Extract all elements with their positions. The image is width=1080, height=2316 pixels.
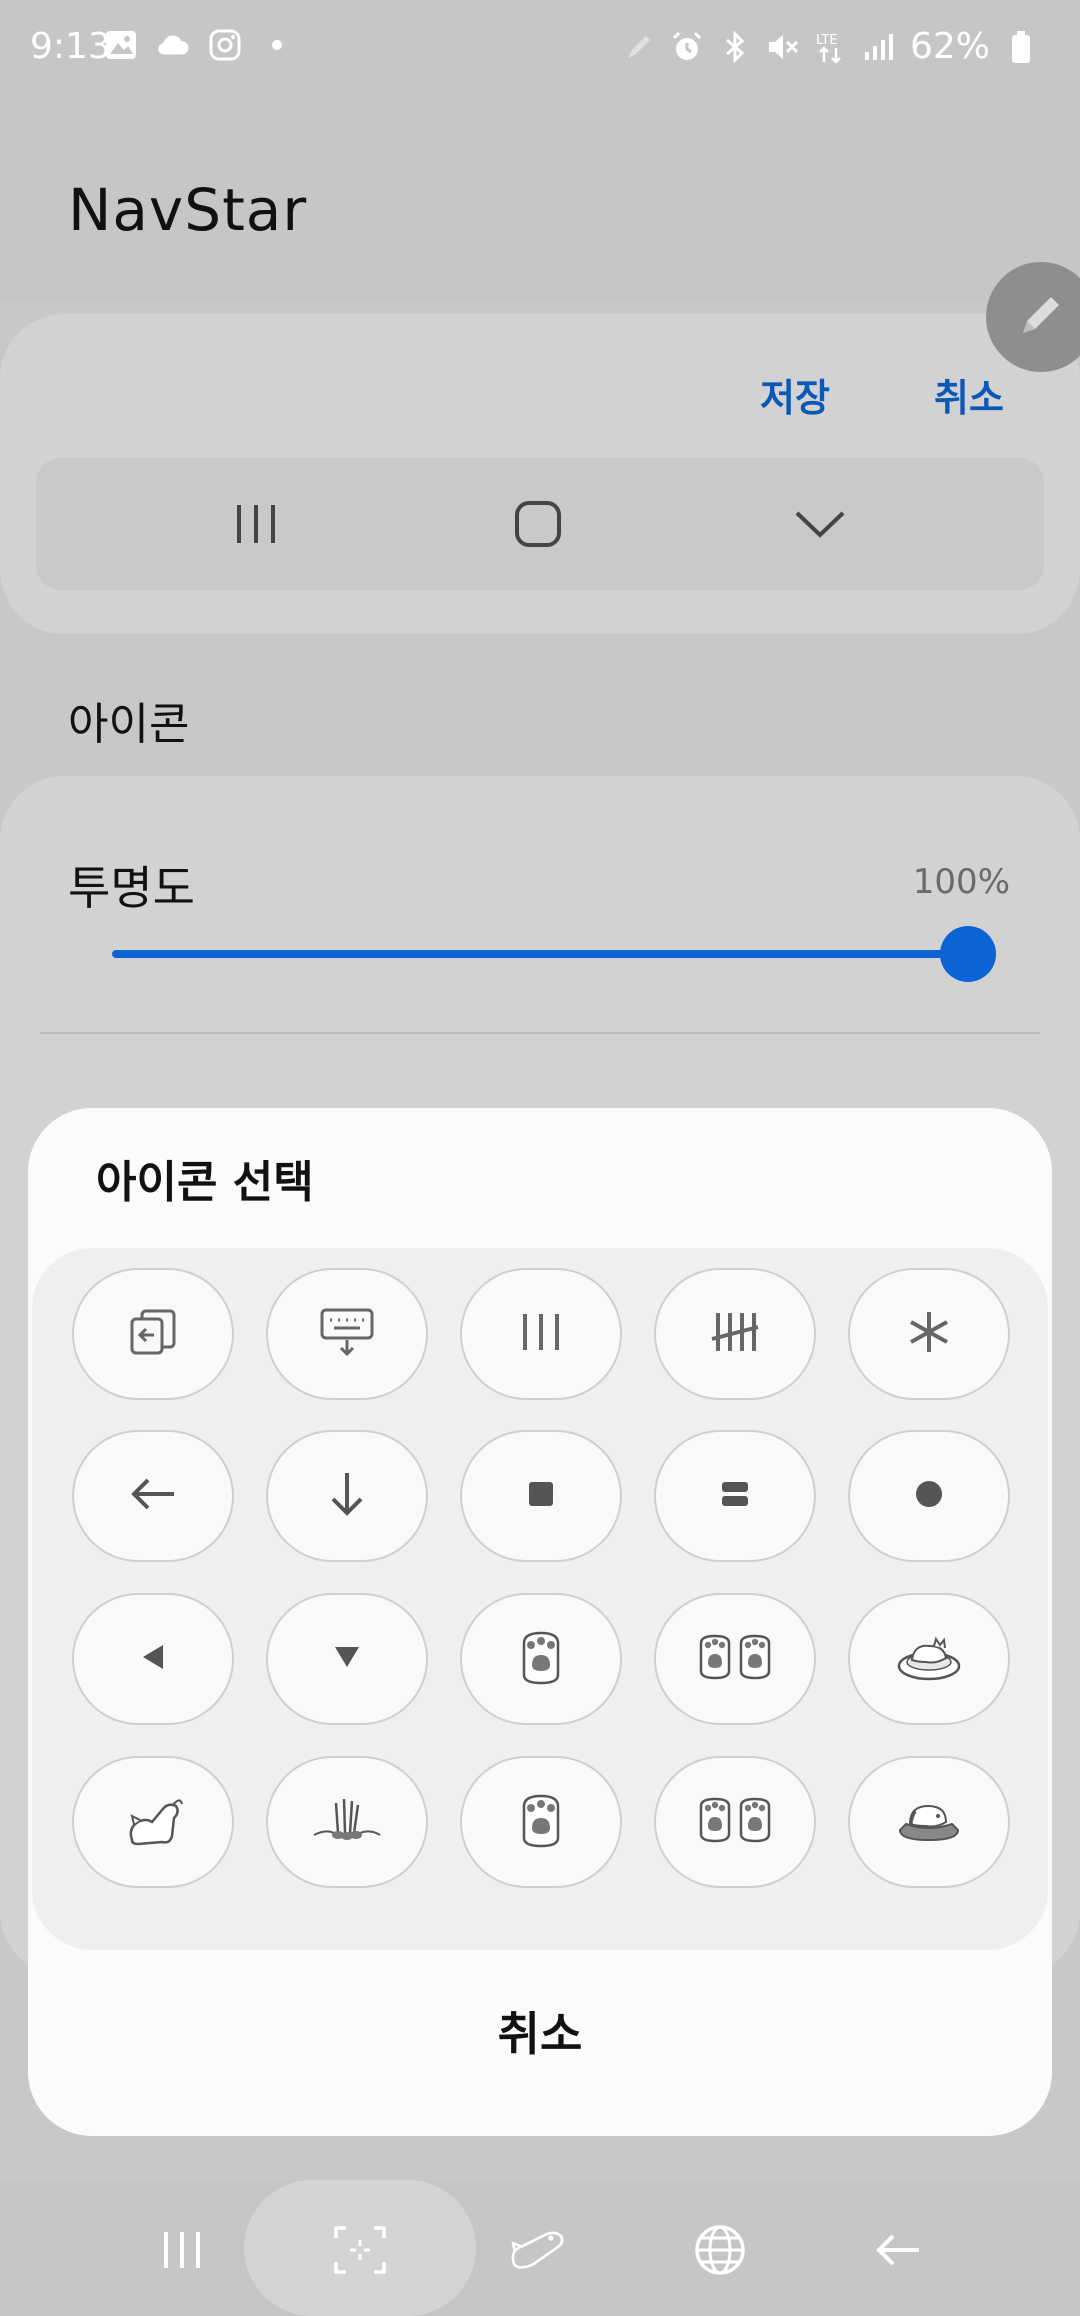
icon-option-circle[interactable] — [848, 1430, 1010, 1562]
icon-option-switch-window[interactable] — [72, 1268, 234, 1400]
icon-option-sleeping-dog[interactable] — [848, 1756, 1010, 1888]
asterisk-icon — [905, 1308, 953, 1360]
icon-option-cat-paws[interactable] — [266, 1756, 428, 1888]
double-paw-icon — [697, 1796, 773, 1848]
screen-capture-icon[interactable] — [330, 2220, 390, 2280]
three-lines-icon — [519, 1310, 563, 1358]
icon-section-label: 아이콘 — [68, 699, 190, 750]
instagram-icon — [208, 28, 242, 62]
icon-option-keyboard-down[interactable] — [266, 1268, 428, 1400]
opacity-slider-track[interactable] — [112, 950, 972, 958]
opacity-label: 투명도 — [68, 861, 195, 915]
icon-option-square[interactable] — [460, 1430, 622, 1562]
save-button[interactable]: 저장 — [760, 367, 830, 422]
hide-chevron-icon[interactable] — [790, 494, 850, 554]
cat-paws-icon — [312, 1795, 382, 1849]
dialog-cancel-button[interactable]: 취소 — [28, 1998, 1052, 2064]
icon-grid — [32, 1248, 1048, 1950]
recents-icon[interactable] — [152, 2220, 212, 2280]
sleeping-dog-icon — [896, 1794, 962, 1850]
cancel-button[interactable]: 취소 — [934, 367, 1004, 422]
icon-option-paw[interactable] — [460, 1593, 622, 1725]
pen-icon — [622, 30, 656, 64]
sleeping-cat-icon — [896, 1632, 962, 1686]
opacity-slider-thumb[interactable] — [940, 926, 996, 982]
alarm-icon — [670, 30, 704, 64]
divider — [40, 1032, 1040, 1034]
signal-icon — [862, 30, 896, 64]
mute-icon — [766, 30, 800, 64]
icon-option-sleeping-cat[interactable] — [848, 1593, 1010, 1725]
app-title: NavStar — [68, 176, 308, 244]
status-time: 9:13 — [30, 26, 111, 67]
icon-option-arrow-down[interactable] — [266, 1430, 428, 1562]
battery-icon — [1004, 30, 1038, 64]
keyboard-down-icon — [318, 1306, 376, 1362]
dialog-title: 아이콘 선택 — [96, 1157, 314, 1208]
triangle-left-icon — [139, 1642, 167, 1676]
cat-icon[interactable] — [508, 2220, 568, 2280]
icon-option-arrow-left[interactable] — [72, 1430, 234, 1562]
notification-icons — [104, 28, 294, 62]
paw-icon — [518, 1792, 564, 1852]
cloud-icon — [156, 28, 190, 62]
stretching-cat-icon — [122, 1792, 184, 1852]
icon-option-triangle-down[interactable] — [266, 1593, 428, 1725]
icon-select-dialog: 아이콘 선택 취소 — [28, 1108, 1052, 2136]
back-icon[interactable] — [868, 2220, 928, 2280]
double-bar-icon — [720, 1479, 750, 1513]
bluetooth-icon — [718, 30, 752, 64]
dot-icon — [260, 28, 294, 62]
paw-icon — [518, 1629, 564, 1689]
svg-text:LTE: LTE — [816, 33, 838, 48]
opacity-value: 100% — [912, 862, 1010, 902]
triangle-down-icon — [332, 1643, 362, 1675]
navigation-bar — [0, 2180, 1080, 2316]
double-paw-icon — [697, 1633, 773, 1685]
lte-icon: LTE — [814, 30, 848, 64]
globe-icon[interactable] — [690, 2220, 750, 2280]
recents-icon[interactable] — [226, 494, 286, 554]
arrow-left-icon — [128, 1474, 178, 1518]
icon-option-triangle-left[interactable] — [72, 1593, 234, 1725]
pencil-icon — [1015, 289, 1067, 345]
gallery-icon — [104, 28, 138, 62]
navbar-preview — [36, 458, 1044, 590]
icon-option-paw-2[interactable] — [460, 1756, 622, 1888]
icon-option-three-lines[interactable] — [460, 1268, 622, 1400]
app-bar: NavStar — [0, 96, 1080, 301]
hash-lines-icon — [708, 1309, 762, 1359]
switch-window-icon — [126, 1307, 180, 1361]
system-icons: LTE 62% — [622, 26, 1038, 67]
icon-option-asterisk[interactable] — [848, 1268, 1010, 1400]
icon-option-stretching-cat[interactable] — [72, 1756, 234, 1888]
icon-option-hash-lines[interactable] — [654, 1268, 816, 1400]
icon-option-double-paw-2[interactable] — [654, 1756, 816, 1888]
battery-percent: 62% — [909, 26, 990, 67]
home-icon[interactable] — [508, 494, 568, 554]
circle-icon — [914, 1479, 944, 1513]
icon-option-double-paw[interactable] — [654, 1593, 816, 1725]
arrow-down-icon — [327, 1469, 367, 1523]
icon-option-double-bar[interactable] — [654, 1430, 816, 1562]
square-icon — [527, 1480, 555, 1512]
status-bar: 9:13 LTE 62% — [0, 0, 1080, 96]
